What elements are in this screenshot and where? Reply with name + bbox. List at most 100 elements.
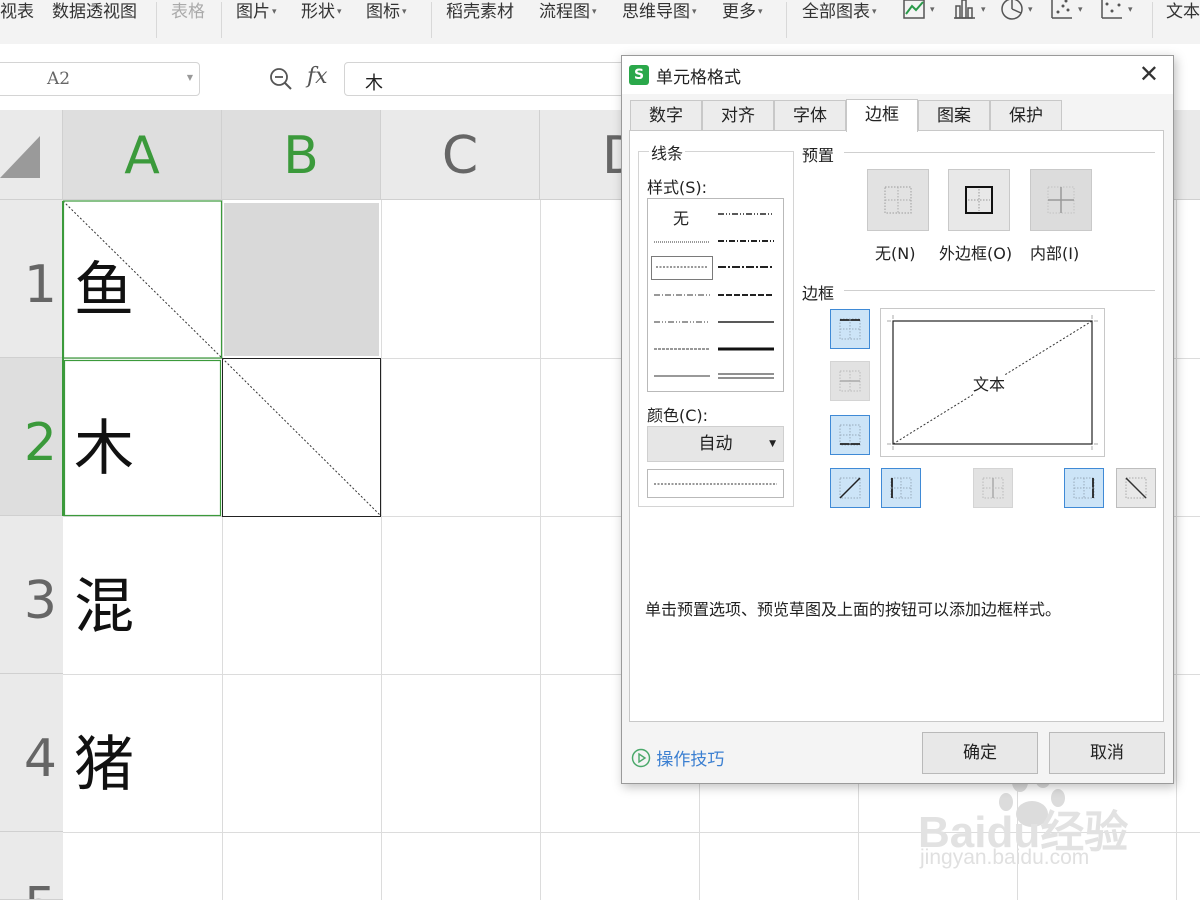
tab-border[interactable]: 边框 [846, 99, 918, 132]
chevron-down-icon: ▾ [692, 7, 697, 17]
tips-link[interactable]: 操作技巧 [631, 745, 724, 770]
chevron-down-icon: ▾ [758, 7, 763, 17]
border-middle-horizontal-button[interactable] [830, 361, 870, 401]
cell-a1[interactable]: 鱼 [74, 242, 134, 329]
name-box-value: A2 [47, 69, 71, 89]
cell-a4[interactable]: 猪 [74, 716, 134, 803]
chevron-down-icon: ▾ [592, 7, 597, 17]
line-style-preview [647, 469, 784, 498]
tips-label: 操作技巧 [656, 750, 725, 770]
section-divider [844, 290, 1155, 291]
cell-a3[interactable]: 混 [74, 558, 134, 645]
border-inside-icon [1047, 186, 1075, 214]
border-preview-text: 文本 [973, 371, 1006, 395]
tab-number[interactable]: 数字 [630, 100, 702, 131]
tab-font[interactable]: 字体 [774, 100, 846, 131]
svg-text:▾: ▾ [1028, 5, 1033, 15]
chevron-down-icon: ▾ [337, 7, 342, 17]
border-hint-text: 单击预置选项、预览草图及上面的按钮可以添加边框样式。 [645, 600, 1062, 619]
section-divider [844, 152, 1155, 153]
zoom-out-icon[interactable] [268, 66, 294, 96]
formula-value: 木 [365, 73, 383, 94]
svg-text:▾: ▾ [930, 5, 935, 15]
row-header-5[interactable]: 5 [0, 832, 63, 900]
ribbon-pivot-table-button[interactable]: 视表 [0, 0, 34, 22]
svg-text:▾: ▾ [1078, 5, 1083, 15]
cell-borders-overlay [62, 200, 382, 517]
preset-outline-button[interactable] [948, 169, 1010, 231]
border-diagonal-up-button[interactable] [830, 468, 870, 508]
border-diagonal-down-button[interactable] [1116, 468, 1156, 508]
ribbon-item-label: 稻壳素材 [446, 2, 514, 22]
presets-title: 预置 [802, 146, 835, 165]
border-bottom-button[interactable] [830, 415, 870, 455]
ribbon-shape-button[interactable]: 形状 ▾ [301, 0, 342, 22]
ribbon-item-label: 数据透视图 [52, 2, 137, 22]
line-chart-icon[interactable]: ▾ [902, 0, 940, 26]
chevron-down-icon: ▾ [872, 7, 877, 17]
ribbon-divider [1152, 2, 1153, 38]
chevron-down-icon[interactable]: ▼ [187, 73, 193, 82]
ribbon-toolbar: 视表 数据透视图 表格 图片 ▾ 形状 ▾ 图标 ▾ 稻壳素材 流程图 ▾ 思维导图 ▾ … [0, 0, 1200, 45]
ribbon-divider [786, 2, 787, 38]
border-right-button[interactable] [1064, 468, 1104, 508]
border-none-icon [884, 186, 912, 214]
ribbon-all-charts-button[interactable]: 全部图表 ▾ [802, 0, 877, 22]
ribbon-item-label: 视表 [0, 2, 34, 22]
ribbon-flowchart-button[interactable]: 流程图 ▾ [539, 0, 597, 22]
ribbon-pivot-chart-button[interactable]: 数据透视图 [52, 0, 137, 22]
preset-inside-button[interactable] [1030, 169, 1092, 231]
border-middle-vertical-icon [982, 477, 1004, 499]
ribbon-picture-button[interactable]: 图片 ▾ [236, 0, 277, 22]
tab-protection[interactable]: 保护 [990, 100, 1062, 131]
dialog-title: 单元格格式 [656, 68, 741, 88]
dialog-title-bar[interactable]: S 单元格格式 ✕ [622, 56, 1173, 94]
ribbon-table-button[interactable]: 表格 [171, 0, 205, 22]
play-circle-icon [631, 748, 651, 768]
preset-inside-label: 内部(I) [1030, 244, 1080, 263]
ribbon-divider [221, 2, 222, 38]
line-style-list[interactable]: 无 [647, 198, 784, 392]
ribbon-item-label: 流程图 [539, 2, 590, 22]
border-tab-panel: 线条 样式(S): 无 颜色(C): 自动 ▼ 预置 无(N) 外边框(O) 内… [629, 130, 1164, 722]
ribbon-more-button[interactable]: 更多 ▾ [722, 0, 763, 22]
column-header-c[interactable]: C [381, 110, 540, 200]
scatter-chart-alt-icon[interactable]: ▾ [1100, 0, 1138, 26]
bar-chart-icon[interactable]: ▾ [953, 0, 991, 26]
ribbon-item-label: 图片 [236, 2, 270, 22]
border-bottom-icon [839, 424, 861, 446]
pie-chart-icon[interactable]: ▾ [1000, 0, 1038, 26]
row-header-4[interactable]: 4 [0, 674, 63, 832]
border-top-button[interactable] [830, 309, 870, 349]
preset-none-button[interactable] [867, 169, 929, 231]
scatter-chart-icon[interactable]: ▾ [1050, 0, 1088, 26]
border-preview-box[interactable]: 文本 [880, 308, 1105, 457]
insert-function-button[interactable]: fx [307, 64, 328, 89]
border-middle-vertical-button[interactable] [973, 468, 1013, 508]
tab-alignment[interactable]: 对齐 [702, 100, 774, 131]
preset-none-label: 无(N) [875, 244, 916, 263]
svg-text:▾: ▾ [981, 5, 986, 15]
ribbon-item-label: 形状 [301, 2, 335, 22]
row-header-3[interactable]: 3 [0, 516, 63, 674]
style-label: 样式(S): [647, 178, 708, 197]
formula-input[interactable]: 木 [344, 62, 634, 96]
color-select[interactable]: 自动 ▼ [647, 426, 784, 462]
cell-a2[interactable]: 木 [74, 400, 134, 487]
ribbon-text-button[interactable]: 文本 [1166, 0, 1200, 22]
border-middle-horizontal-icon [839, 370, 861, 392]
line-group-title: 线条 [649, 140, 686, 164]
ok-button[interactable]: 确定 [922, 732, 1038, 774]
name-box[interactable]: A2 ▼ [0, 62, 200, 96]
baidu-watermark: Baidu经验 jingyan.baidu.com [918, 768, 1178, 880]
ribbon-mindmap-button[interactable]: 思维导图 ▾ [622, 0, 697, 22]
cancel-button[interactable]: 取消 [1049, 732, 1165, 774]
tab-pattern[interactable]: 图案 [918, 100, 990, 131]
ribbon-item-label: 表格 [171, 2, 205, 22]
ribbon-icon-button[interactable]: 图标 ▾ [366, 0, 407, 22]
border-left-button[interactable] [881, 468, 921, 508]
svg-text:▾: ▾ [1128, 5, 1133, 15]
ribbon-divider [431, 2, 432, 38]
close-icon[interactable]: ✕ [1139, 60, 1159, 88]
ribbon-docer-material-button[interactable]: 稻壳素材 [446, 0, 514, 22]
